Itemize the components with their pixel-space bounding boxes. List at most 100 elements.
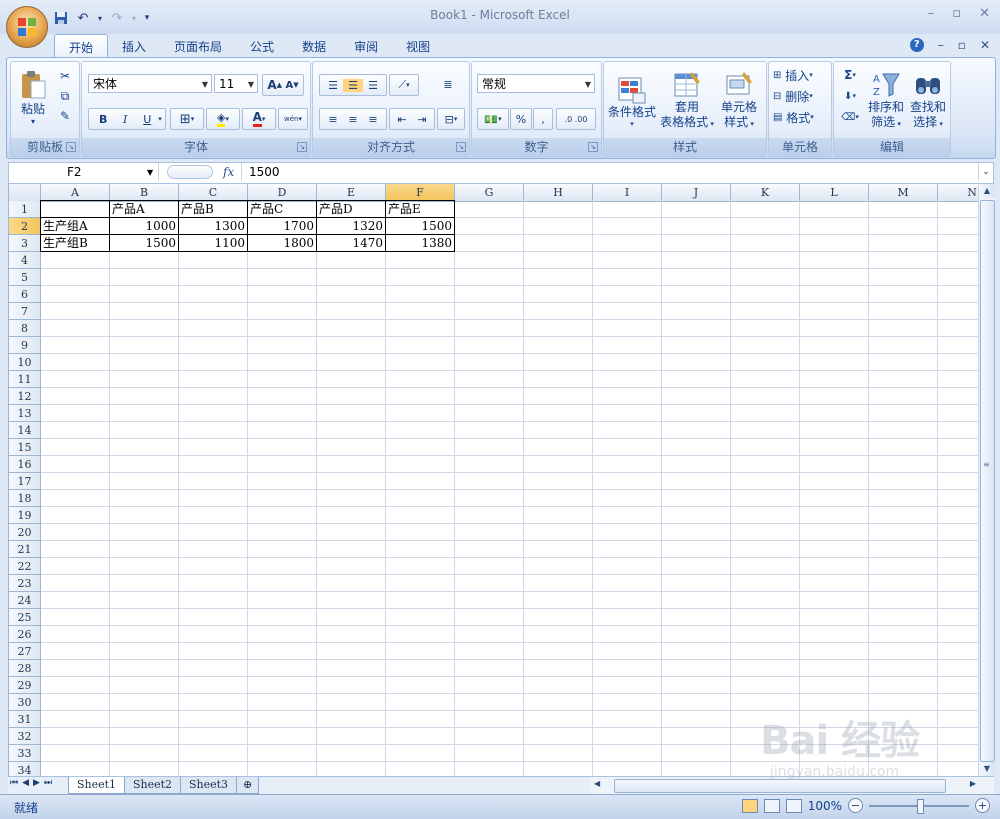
table-cell[interactable]: 1320 xyxy=(316,217,386,235)
column-header[interactable]: M xyxy=(869,184,938,201)
copy-icon[interactable]: ⧉ xyxy=(57,88,73,104)
column-header[interactable]: L xyxy=(800,184,869,201)
comma-button[interactable]: , xyxy=(533,108,553,130)
next-sheet-icon[interactable]: ▶ xyxy=(33,778,40,788)
insert-cells-button[interactable]: ⊞ 插入 ▾ xyxy=(773,66,829,84)
clear-button[interactable]: ⌫ ▾ xyxy=(838,108,862,126)
table-cell[interactable]: 生产组A xyxy=(40,217,110,235)
table-cell[interactable]: 1380 xyxy=(385,234,455,252)
row-header[interactable]: 25 xyxy=(9,609,41,626)
column-header[interactable]: K xyxy=(731,184,800,201)
tab-home[interactable]: 开始 xyxy=(54,34,109,59)
ribbon-minimize-button[interactable]: – xyxy=(938,38,944,52)
row-header[interactable]: 11 xyxy=(9,371,41,388)
fill-button[interactable]: ⬇ ▾ xyxy=(838,87,862,105)
column-header[interactable]: B xyxy=(110,184,179,201)
row-header[interactable]: 19 xyxy=(9,507,41,524)
row-header[interactable]: 34 xyxy=(9,762,41,776)
sheet-tab-3[interactable]: Sheet3 xyxy=(180,777,238,794)
percent-button[interactable]: % xyxy=(510,108,532,130)
row-header[interactable]: 27 xyxy=(9,643,41,660)
row-header[interactable]: 6 xyxy=(9,286,41,303)
row-header[interactable]: 21 xyxy=(9,541,41,558)
tab-review[interactable]: 审阅 xyxy=(340,34,392,58)
page-layout-view-icon[interactable] xyxy=(763,798,780,813)
column-header[interactable]: J xyxy=(662,184,731,201)
zoom-slider[interactable] xyxy=(869,798,969,814)
row-header[interactable]: 29 xyxy=(9,677,41,694)
row-header[interactable]: 14 xyxy=(9,422,41,439)
scroll-left-icon[interactable]: ◀ xyxy=(594,779,600,788)
row-header[interactable]: 2 xyxy=(9,218,41,235)
sort-filter-button[interactable]: A Z 排序和 筛选 ▾ xyxy=(866,66,906,136)
tab-data[interactable]: 数据 xyxy=(288,34,340,58)
row-header[interactable]: 8 xyxy=(9,320,41,337)
table-cell[interactable]: 产品A xyxy=(109,200,179,218)
row-header[interactable]: 9 xyxy=(9,337,41,354)
zoom-in-icon[interactable]: + xyxy=(975,798,990,813)
formula-input[interactable]: 1500 xyxy=(249,163,280,181)
row-header[interactable]: 16 xyxy=(9,456,41,473)
fill-color-button[interactable]: ◈ ▾ xyxy=(206,108,240,130)
ribbon-restore-button[interactable]: ▫ xyxy=(958,38,966,52)
name-box-dropdown-icon[interactable]: ▼ xyxy=(147,168,153,177)
scroll-down-icon[interactable]: ▼ xyxy=(979,762,995,776)
scroll-up-icon[interactable]: ▲ xyxy=(979,184,995,198)
font-size-combo[interactable]: 11 ▼ xyxy=(214,74,258,93)
number-format-combo[interactable]: 常规 ▼ xyxy=(477,74,595,93)
tab-page-layout[interactable]: 页面布局 xyxy=(160,34,236,58)
sheet-tab-1[interactable]: Sheet1 xyxy=(68,777,126,794)
table-cell[interactable]: 1100 xyxy=(178,234,248,252)
table-cell[interactable]: 1000 xyxy=(109,217,179,235)
select-all-corner[interactable] xyxy=(9,184,41,201)
column-header[interactable]: A xyxy=(41,184,110,201)
underline-button[interactable]: U xyxy=(136,113,158,126)
increase-indent-icon[interactable]: ⇥ xyxy=(412,113,432,126)
borders-button[interactable]: ⊞ ▾ xyxy=(170,108,204,130)
table-cell[interactable] xyxy=(40,200,110,218)
close-button[interactable]: ✕ xyxy=(979,6,990,21)
format-as-table-button[interactable]: 套用 表格格式 ▾ xyxy=(660,66,714,136)
paste-button[interactable]: 粘贴 ▾ xyxy=(15,65,51,131)
clipboard-launcher-icon[interactable]: ↘ xyxy=(66,142,76,152)
row-header[interactable]: 1 xyxy=(9,201,41,218)
font-launcher-icon[interactable]: ↘ xyxy=(297,142,307,152)
table-cell[interactable]: 1500 xyxy=(109,234,179,252)
column-header[interactable]: H xyxy=(524,184,593,201)
row-header[interactable]: 10 xyxy=(9,354,41,371)
row-header[interactable]: 4 xyxy=(9,252,41,269)
find-select-button[interactable]: 查找和 选择 ▾ xyxy=(908,66,948,136)
expand-formula-bar-icon[interactable]: ⌄ xyxy=(978,163,993,181)
italic-button[interactable]: I xyxy=(114,113,136,126)
zoom-out-icon[interactable]: − xyxy=(848,798,863,813)
row-header[interactable]: 3 xyxy=(9,235,41,252)
decrease-decimal-button[interactable]: .00 xyxy=(575,115,588,124)
orientation-button[interactable]: ⟋ ▾ xyxy=(389,74,419,96)
font-name-combo[interactable]: 宋体 ▼ xyxy=(88,74,212,93)
table-cell[interactable]: 1500 xyxy=(385,217,455,235)
help-icon[interactable]: ? xyxy=(909,38,924,52)
conditional-format-button[interactable]: 条件格式 ▾ xyxy=(606,66,658,136)
name-box[interactable]: F2 xyxy=(9,163,159,181)
table-cell[interactable]: 产品C xyxy=(247,200,317,218)
table-cell[interactable]: 1700 xyxy=(247,217,317,235)
row-header[interactable]: 22 xyxy=(9,558,41,575)
cut-icon[interactable]: ✂ xyxy=(57,68,73,84)
normal-view-icon[interactable] xyxy=(741,798,758,813)
office-button[interactable] xyxy=(6,6,48,48)
row-header[interactable]: 32 xyxy=(9,728,41,745)
sheet-tab-2[interactable]: Sheet2 xyxy=(124,777,182,794)
wrap-text-icon[interactable]: ≣ xyxy=(437,74,459,94)
row-header[interactable]: 28 xyxy=(9,660,41,677)
column-header[interactable]: I xyxy=(593,184,662,201)
align-top-icon[interactable]: ☰ xyxy=(323,79,343,92)
vertical-scrollbar[interactable]: ▲ ≡ ▼ xyxy=(978,184,995,776)
zoom-level[interactable]: 100% xyxy=(808,799,842,813)
table-cell[interactable]: 1470 xyxy=(316,234,386,252)
row-header[interactable]: 15 xyxy=(9,439,41,456)
row-header[interactable]: 7 xyxy=(9,303,41,320)
column-header[interactable]: F xyxy=(386,184,455,201)
page-break-view-icon[interactable] xyxy=(785,798,802,813)
table-cell[interactable]: 产品E xyxy=(385,200,455,218)
cell-styles-button[interactable]: 单元格 样式 ▾ xyxy=(714,66,764,136)
